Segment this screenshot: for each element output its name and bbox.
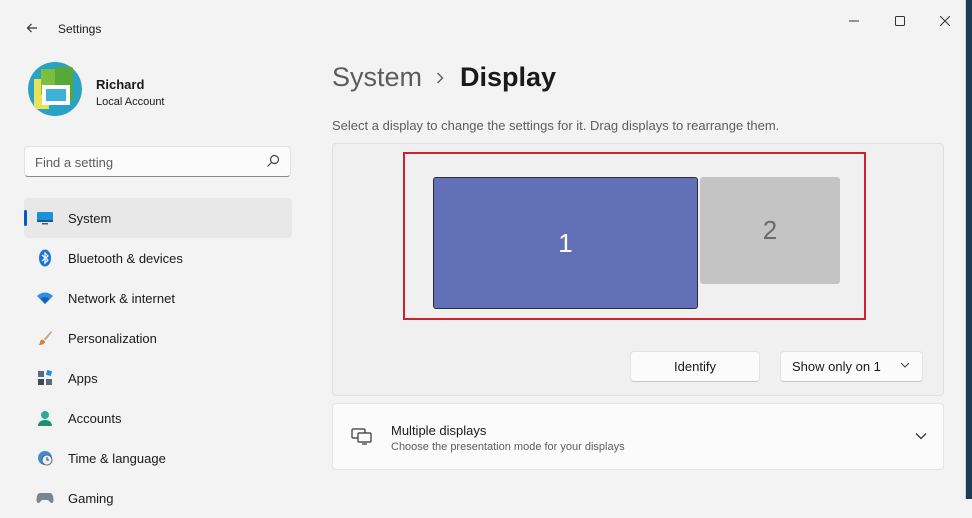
gaming-icon <box>36 489 54 507</box>
monitor-1-tile[interactable]: 1 <box>433 177 698 309</box>
network-icon <box>36 289 54 307</box>
sidebar-item-bluetooth[interactable]: Bluetooth & devices <box>24 238 292 278</box>
display-mode-dropdown[interactable]: Show only on 1 <box>780 351 923 382</box>
sidebar-item-accounts[interactable]: Accounts <box>24 398 292 438</box>
account-type: Local Account <box>96 96 165 108</box>
sidebar-item-network[interactable]: Network & internet <box>24 278 292 318</box>
user-name: Richard <box>96 77 145 92</box>
sidebar-item-label: Apps <box>68 370 98 386</box>
user-avatar-icon <box>28 62 82 116</box>
multiple-displays-title: Multiple displays <box>391 423 487 438</box>
search-input[interactable]: Find a setting <box>24 146 291 177</box>
breadcrumb-system-link[interactable]: System <box>332 62 422 93</box>
page-title: Display <box>460 62 557 92</box>
back-button[interactable] <box>18 14 46 42</box>
close-button[interactable] <box>922 8 968 34</box>
bluetooth-icon <box>36 249 54 267</box>
title-bar: Settings <box>0 0 965 42</box>
brush-icon <box>36 329 54 347</box>
minimize-button[interactable] <box>831 8 877 34</box>
minimize-icon <box>849 20 859 22</box>
identify-button[interactable]: Identify <box>630 351 760 382</box>
maximize-icon <box>895 16 905 26</box>
accounts-icon <box>36 409 54 427</box>
window-title: Settings <box>58 22 102 36</box>
sidebar-item-label: Time & language <box>68 450 166 466</box>
avatar[interactable] <box>28 61 82 117</box>
settings-window: Settings Richard Local Account Find a se… <box>0 0 966 506</box>
system-icon <box>36 209 54 227</box>
close-icon <box>940 16 950 26</box>
sidebar-item-apps[interactable]: Apps <box>24 358 292 398</box>
globe-clock-icon <box>36 449 54 467</box>
multiple-displays-icon <box>351 428 372 445</box>
sidebar-item-label: Personalization <box>68 330 157 346</box>
search-placeholder: Find a setting <box>35 155 114 170</box>
sidebar-item-personalization[interactable]: Personalization <box>24 318 292 358</box>
breadcrumb: System Display <box>332 62 556 93</box>
sidebar-item-system[interactable]: System <box>24 198 292 238</box>
search-icon <box>267 154 280 167</box>
apps-icon <box>36 369 54 387</box>
sidebar-item-label: System <box>68 210 112 226</box>
back-arrow-icon <box>26 23 37 33</box>
multiple-displays-card[interactable]: Multiple displays Choose the presentatio… <box>332 403 944 470</box>
sidebar-item-time-language[interactable]: Time & language <box>24 438 292 478</box>
sidebar-nav: System Bluetooth & devices Network & int… <box>24 198 292 518</box>
multiple-displays-subtitle: Choose the presentation mode for your di… <box>391 441 625 453</box>
monitor-2-tile[interactable]: 2 <box>700 177 840 284</box>
sidebar-item-label: Bluetooth & devices <box>68 250 183 266</box>
sidebar-item-label: Accounts <box>68 410 122 426</box>
chevron-right-icon <box>436 72 444 84</box>
sidebar-item-gaming[interactable]: Gaming <box>24 478 292 518</box>
sidebar-item-label: Gaming <box>68 490 114 506</box>
chevron-down-icon[interactable] <box>915 432 927 440</box>
maximize-button[interactable] <box>877 8 923 34</box>
sidebar-item-label: Network & internet <box>68 290 175 306</box>
display-hint-text: Select a display to change the settings … <box>332 118 780 133</box>
desktop-background <box>966 0 972 499</box>
display-mode-value: Show only on 1 <box>792 359 881 374</box>
chevron-down-icon <box>900 362 910 368</box>
